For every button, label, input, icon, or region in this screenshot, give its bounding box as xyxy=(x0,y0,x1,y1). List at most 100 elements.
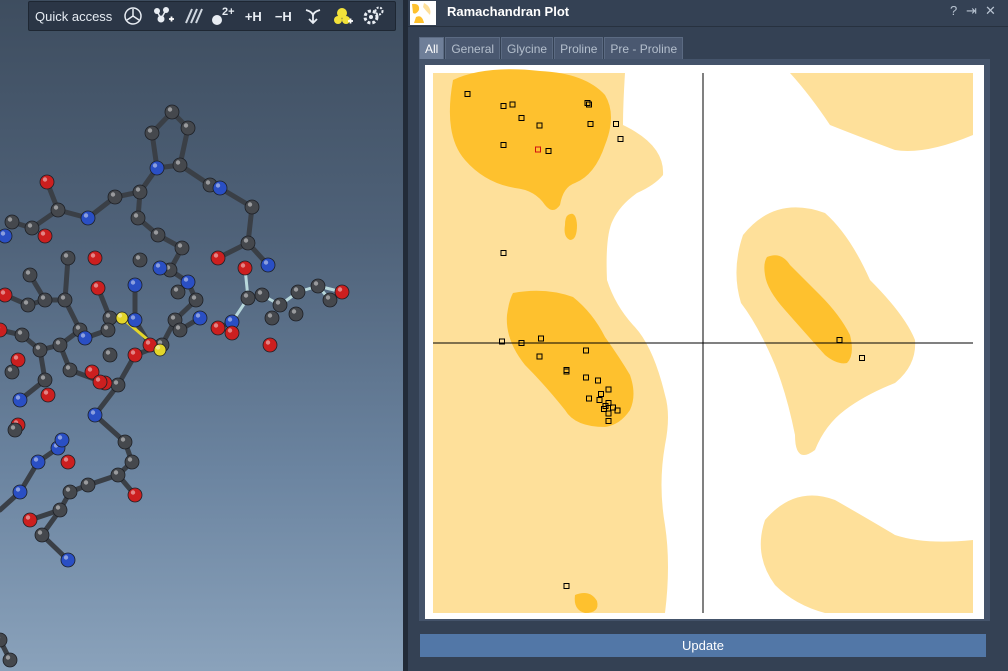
atom[interactable] xyxy=(127,347,143,363)
atom[interactable] xyxy=(54,432,70,448)
atom[interactable] xyxy=(149,160,165,176)
atom[interactable] xyxy=(50,202,66,218)
atom[interactable] xyxy=(127,277,143,293)
atom[interactable] xyxy=(12,484,28,500)
atom[interactable] xyxy=(170,284,186,300)
atom[interactable] xyxy=(37,228,53,244)
atom[interactable] xyxy=(0,322,8,338)
atom[interactable] xyxy=(60,552,76,568)
atom[interactable] xyxy=(90,280,106,296)
atom[interactable] xyxy=(180,120,196,136)
atom[interactable] xyxy=(172,157,188,173)
atom[interactable] xyxy=(188,292,204,308)
ramachandran-plot-svg[interactable] xyxy=(425,65,984,619)
atom[interactable] xyxy=(34,527,50,543)
atom[interactable] xyxy=(288,306,304,322)
atom[interactable] xyxy=(174,240,190,256)
atom[interactable] xyxy=(0,632,8,648)
atom[interactable] xyxy=(102,347,118,363)
atom[interactable] xyxy=(212,180,228,196)
atom[interactable] xyxy=(153,343,167,357)
minimize-icon[interactable] xyxy=(300,4,326,28)
update-button[interactable]: Update xyxy=(420,634,986,657)
help-icon[interactable]: ? xyxy=(950,3,957,18)
atom[interactable] xyxy=(334,284,350,300)
atom[interactable] xyxy=(110,377,126,393)
atom[interactable] xyxy=(260,257,276,273)
atom[interactable] xyxy=(100,322,116,338)
atom[interactable] xyxy=(107,189,123,205)
atom[interactable] xyxy=(0,287,13,303)
tab-pre-proline[interactable]: Pre - Proline xyxy=(604,37,684,59)
atom[interactable] xyxy=(262,337,278,353)
remove-hydrogens-icon[interactable]: −H xyxy=(270,4,296,28)
atom[interactable] xyxy=(57,292,73,308)
atom[interactable] xyxy=(87,250,103,266)
atom[interactable] xyxy=(24,220,40,236)
charge-icon[interactable]: 2+ xyxy=(210,4,236,28)
atom[interactable] xyxy=(2,652,18,668)
atom[interactable] xyxy=(30,454,46,470)
atom[interactable] xyxy=(272,297,288,313)
atom[interactable] xyxy=(32,342,48,358)
atom[interactable] xyxy=(80,210,96,226)
atom[interactable] xyxy=(210,320,226,336)
atom[interactable] xyxy=(132,252,148,268)
atom[interactable] xyxy=(117,434,133,450)
molecule-3d-view[interactable] xyxy=(0,0,403,671)
atom[interactable] xyxy=(110,467,126,483)
atom[interactable] xyxy=(290,284,306,300)
atom[interactable] xyxy=(4,214,20,230)
atom[interactable] xyxy=(52,502,68,518)
atom[interactable] xyxy=(37,292,53,308)
atom[interactable] xyxy=(237,260,253,276)
atom[interactable] xyxy=(240,290,256,306)
atom[interactable] xyxy=(172,322,188,338)
bond-order-icon[interactable] xyxy=(180,4,206,28)
atom[interactable] xyxy=(22,267,38,283)
atom[interactable] xyxy=(244,199,260,215)
atom[interactable] xyxy=(130,210,146,226)
add-fragment-icon[interactable] xyxy=(150,4,176,28)
atom[interactable] xyxy=(14,327,30,343)
atom[interactable] xyxy=(150,227,166,243)
atom[interactable] xyxy=(77,330,93,346)
atom[interactable] xyxy=(0,228,13,244)
atom[interactable] xyxy=(87,407,103,423)
atom[interactable] xyxy=(240,235,256,251)
atom[interactable] xyxy=(60,454,76,470)
atom[interactable] xyxy=(4,364,20,380)
atom[interactable] xyxy=(164,104,180,120)
pin-icon[interactable]: ⇥ xyxy=(966,3,977,19)
atom[interactable] xyxy=(80,477,96,493)
atom[interactable] xyxy=(210,250,226,266)
ramachandran-plot[interactable] xyxy=(425,65,984,619)
atom[interactable] xyxy=(39,174,55,190)
close-icon[interactable]: ✕ xyxy=(985,3,996,19)
atom[interactable] xyxy=(254,287,270,303)
atom[interactable] xyxy=(310,278,326,294)
atom[interactable] xyxy=(22,512,38,528)
atom[interactable] xyxy=(224,325,240,341)
atom[interactable] xyxy=(62,362,78,378)
add-hydrogens-icon[interactable]: +H xyxy=(240,4,266,28)
atom[interactable] xyxy=(144,125,160,141)
atom[interactable] xyxy=(52,337,68,353)
atom[interactable] xyxy=(62,484,78,500)
add-ligand-icon[interactable] xyxy=(330,4,356,28)
atom[interactable] xyxy=(12,392,28,408)
atom[interactable] xyxy=(264,310,280,326)
atom[interactable] xyxy=(40,387,56,403)
atom[interactable] xyxy=(127,487,143,503)
atom[interactable] xyxy=(7,422,23,438)
atom[interactable] xyxy=(132,184,148,200)
molecule-viewport[interactable]: Quick access 2+ +H −H xyxy=(0,0,403,671)
atom[interactable] xyxy=(127,312,143,328)
tab-general[interactable]: General xyxy=(445,37,501,59)
tab-proline[interactable]: Proline xyxy=(554,37,604,59)
settings-icon[interactable] xyxy=(360,4,386,28)
atom[interactable] xyxy=(115,311,129,325)
atom[interactable] xyxy=(60,250,76,266)
atom[interactable] xyxy=(20,297,36,313)
tab-glycine[interactable]: Glycine xyxy=(501,37,554,59)
